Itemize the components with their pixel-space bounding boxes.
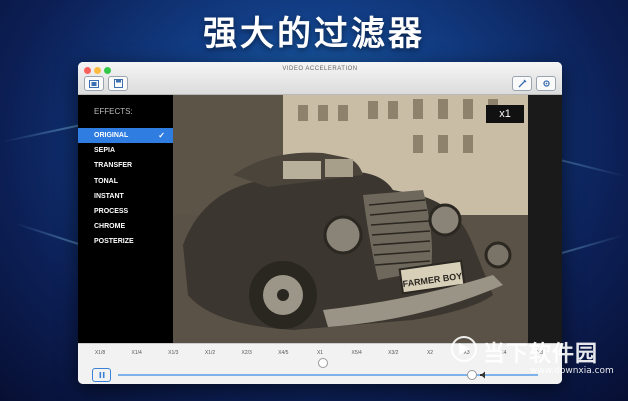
film-icon [89, 79, 99, 88]
gear-icon [542, 80, 550, 87]
effects-heading: EFFECTS: [94, 107, 133, 116]
video-area: EFFECTS: ORIGINAL ✓ SEPIA TRANSFER TONAL… [78, 95, 562, 343]
video-margin-strip [528, 95, 562, 343]
effects-list: ORIGINAL ✓ SEPIA TRANSFER TONAL INSTANT … [78, 128, 173, 250]
watermark-url: www.downxia.com [530, 366, 614, 376]
speed-tick-label[interactable]: X1 [317, 350, 323, 356]
effect-item-original[interactable]: ORIGINAL ✓ [78, 128, 173, 144]
checkmark-icon: ✓ [158, 131, 165, 140]
speed-badge: x1 [486, 105, 524, 123]
speed-tick-label[interactable]: X1/3 [168, 350, 178, 356]
vintage-car-image: FARMER BOY [173, 95, 528, 343]
effect-label: PROCESS [94, 207, 129, 215]
speed-tick-label[interactable]: X2 [427, 350, 433, 356]
settings-button[interactable] [536, 76, 556, 91]
progress-thumb[interactable] [466, 370, 477, 380]
effect-label: SEPIA [94, 147, 116, 155]
effect-label: CHROME [94, 223, 126, 231]
watermark-brand: 当下软件园 [483, 342, 599, 367]
effect-item-posterize[interactable]: POSTERIZE [78, 234, 173, 249]
effect-item-process[interactable]: PROCESS [78, 204, 173, 219]
effect-label: POSTERIZE [94, 238, 134, 246]
speed-tick-label[interactable]: X1/4 [132, 350, 142, 356]
effect-label: ORIGINAL [94, 132, 129, 139]
effects-panel: EFFECTS: ORIGINAL ✓ SEPIA TRANSFER TONAL… [78, 95, 173, 343]
wrench-icon [518, 79, 526, 88]
speed-tick-label[interactable]: X4/5 [278, 350, 288, 356]
effect-item-chrome[interactable]: CHROME [78, 219, 173, 234]
open-video-button[interactable] [84, 76, 104, 91]
video-frame: FARMER BOY [173, 95, 528, 343]
save-icon [113, 79, 123, 88]
save-button[interactable] [108, 76, 128, 91]
pause-button[interactable] [92, 368, 111, 382]
effect-label: INSTANT [94, 192, 124, 200]
effect-label: TRANSFER [94, 162, 133, 170]
effect-item-transfer[interactable]: TRANSFER [78, 158, 173, 173]
title-bar: VIDEO ACCELERATION [78, 62, 562, 95]
effect-label: TONAL [94, 177, 118, 185]
speed-tick-label[interactable]: X3/2 [388, 350, 398, 356]
effect-item-tonal[interactable]: TONAL [78, 174, 173, 189]
speed-tick-label[interactable]: X1/2 [205, 350, 215, 356]
promo-headline: 强大的过滤器 [203, 14, 425, 54]
speed-slider-thumb[interactable] [318, 358, 328, 368]
speed-tick-label[interactable]: X2/3 [242, 350, 252, 356]
watermark-logo-icon [451, 336, 477, 362]
effect-item-sepia[interactable]: SEPIA [78, 143, 173, 158]
tools-button[interactable] [512, 76, 532, 91]
speed-tick-label[interactable]: X5/4 [352, 350, 362, 356]
volume-icon[interactable] [480, 371, 490, 379]
pause-icon [99, 372, 104, 378]
window-title: VIDEO ACCELERATION [282, 66, 358, 72]
effect-item-instant[interactable]: INSTANT [78, 189, 173, 204]
speed-tick-label[interactable]: X1/8 [95, 350, 105, 356]
